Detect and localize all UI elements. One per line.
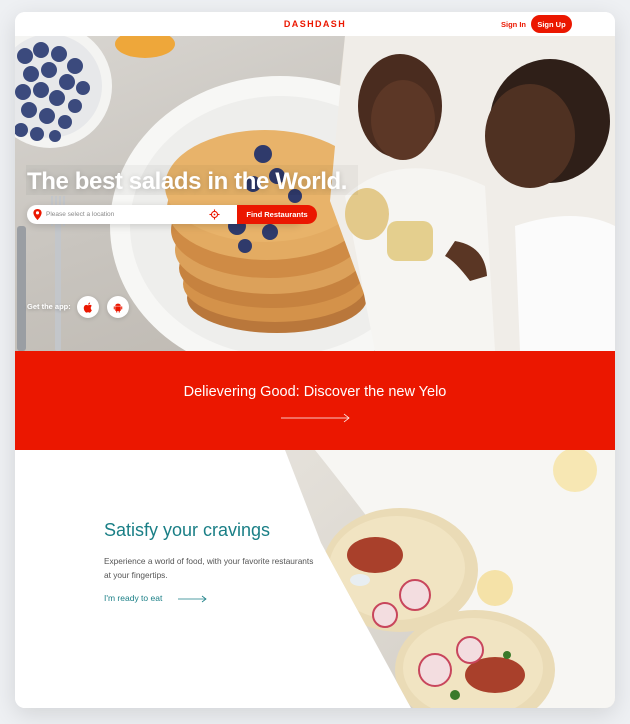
cravings-description: Experience a world of food, with your fa…: [104, 556, 314, 580]
play-store-button[interactable]: [107, 296, 129, 318]
app-store-button[interactable]: [77, 296, 99, 318]
apple-icon: [83, 302, 92, 313]
ready-to-eat-link[interactable]: I'm ready to eat: [104, 593, 162, 603]
location-input[interactable]: [46, 207, 206, 222]
location-search-bar: Find Restaurants: [27, 205, 317, 224]
arrow-right-icon[interactable]: [178, 595, 208, 603]
sign-in-link[interactable]: Sign In: [501, 20, 526, 29]
hero-title: The best salads in the World.: [27, 168, 348, 195]
cravings-title: Satisfy your cravings: [104, 520, 271, 540]
arrow-right-icon: [281, 413, 350, 423]
page-frame: DASHDASH Sign In Sign Up The best salads…: [15, 12, 615, 708]
get-the-app-label: Get the app:: [27, 302, 71, 311]
promo-banner[interactable]: Delievering Good: Discover the new Yelo: [15, 351, 615, 450]
banner-headline: Delievering Good: Discover the new Yelo: [183, 384, 447, 400]
locate-me-icon[interactable]: [209, 209, 220, 220]
people-photo: [330, 36, 615, 351]
hero-section: The best salads in the World. Find Resta…: [15, 36, 615, 351]
honey-jar: [115, 36, 175, 58]
cravings-section: Satisfy your cravings Experience a world…: [15, 450, 615, 708]
location-pin-icon: [33, 209, 42, 220]
sign-up-button[interactable]: Sign Up: [531, 15, 572, 33]
find-restaurants-button[interactable]: Find Restaurants: [237, 205, 317, 224]
lemon-slice: [553, 450, 597, 492]
top-nav: DASHDASH Sign In Sign Up: [15, 12, 615, 36]
blueberry-bowl: [15, 36, 112, 148]
android-icon: [113, 303, 123, 313]
